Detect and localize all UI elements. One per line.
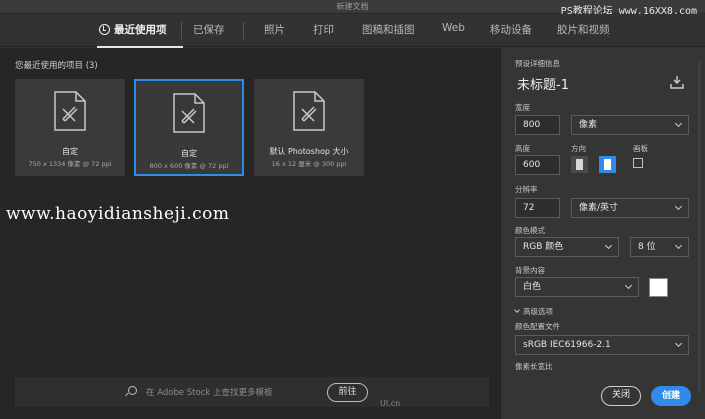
recent-item-card-selected[interactable]: 自定 800 x 600 像素 @ 72 ppi: [134, 79, 244, 176]
chevron-down-icon: [624, 281, 633, 290]
window-titlebar: 新建文档 PS教程论坛 www.16XX8.com: [0, 0, 705, 17]
chevron-down-icon: [674, 119, 683, 128]
stock-search-input[interactable]: 在 Adobe Stock 上查找更多模板: [146, 386, 273, 398]
color-profile-value: sRGB IEC61966-2.1: [523, 340, 611, 350]
recent-item-meta: 800 x 600 像素 @ 72 ppi: [149, 162, 229, 170]
tab-recent[interactable]: 最近使用项: [99, 22, 167, 37]
search-icon: [128, 386, 137, 395]
panel-scrollbar[interactable]: [698, 62, 701, 392]
artboard-label: 画板: [633, 144, 648, 153]
tab-saved[interactable]: 已保存: [193, 22, 225, 37]
go-button[interactable]: 前往: [327, 383, 368, 402]
document-name-input[interactable]: 未标题-1: [517, 74, 569, 93]
width-unit-value: 像素: [579, 120, 598, 130]
document-icon: [173, 93, 205, 133]
preset-tabbar: 最近使用项 已保存 照片 打印 图稿和插图 Web 移动设备 胶片和视频: [0, 14, 705, 48]
color-profile-label: 颜色配置文件: [515, 322, 560, 331]
chevron-down-icon: [674, 202, 683, 211]
resolution-unit-select[interactable]: 像素/英寸: [571, 198, 689, 218]
background-label: 背景内容: [515, 266, 545, 275]
tab-mobile[interactable]: 移动设备: [490, 22, 532, 37]
orientation-portrait-button[interactable]: [571, 156, 588, 173]
height-input[interactable]: 600: [515, 155, 560, 175]
orientation-label: 方向: [571, 144, 586, 153]
recent-item-card[interactable]: 自定 750 x 1334 像素 @ 72 ppi: [15, 79, 125, 176]
tab-film-video[interactable]: 胶片和视频: [557, 22, 610, 37]
recent-section-title: 您最近使用的项目 (3): [15, 61, 98, 71]
document-icon: [293, 91, 325, 131]
tab-web[interactable]: Web: [442, 22, 465, 34]
resolution-input[interactable]: 72: [515, 198, 560, 218]
tab-separator: [243, 22, 244, 39]
watermark-mid: www.haoyidiansheji.com: [6, 204, 230, 224]
orientation-landscape-button[interactable]: [599, 156, 616, 173]
create-button[interactable]: 创建: [651, 386, 691, 406]
color-mode-value: RGB 颜色: [523, 242, 564, 252]
recent-items-area: 您最近使用的项目 (3) 自定 750 x 1334 像素 @ 72 ppi 自…: [0, 48, 500, 419]
advanced-options-label: 高级选项: [523, 307, 553, 316]
portrait-icon: [576, 159, 583, 170]
document-icon: [54, 91, 86, 131]
width-label: 宽度: [515, 103, 530, 112]
artboard-checkbox[interactable]: [633, 158, 643, 168]
width-input[interactable]: 800: [515, 115, 560, 135]
background-color-swatch[interactable]: [649, 278, 668, 297]
clock-icon: [99, 24, 110, 35]
tab-photo[interactable]: 照片: [264, 22, 285, 37]
chevron-down-icon: [674, 339, 683, 348]
preset-details-panel: 预设详细信息 未标题-1 宽度 800 像素 高度 方向 画板 600 分辨率 …: [500, 48, 705, 419]
pixel-aspect-label: 像素长宽比: [515, 362, 553, 371]
recent-item-card[interactable]: 默认 Photoshop 大小 16 x 12 厘米 @ 300 ppi: [254, 79, 364, 176]
recent-item-meta: 16 x 12 厘米 @ 300 ppi: [271, 160, 347, 168]
chevron-down-icon: [604, 241, 613, 250]
bit-depth-value: 8 位: [638, 242, 656, 252]
advanced-options-toggle[interactable]: 高级选项: [514, 306, 553, 317]
resolution-unit-value: 像素/英寸: [579, 203, 619, 213]
color-mode-select[interactable]: RGB 颜色: [515, 237, 619, 257]
recent-item-name: 自定: [62, 147, 78, 156]
height-label: 高度: [515, 144, 530, 153]
color-mode-label: 颜色模式: [515, 226, 545, 235]
chevron-down-icon: [514, 307, 520, 313]
tab-separator: [181, 22, 182, 39]
save-preset-icon[interactable]: [670, 75, 684, 89]
background-select[interactable]: 白色: [515, 277, 639, 297]
resolution-label: 分辨率: [515, 185, 538, 194]
tab-art-illustration[interactable]: 图稿和插图: [362, 22, 415, 37]
recent-item-meta: 750 x 1334 像素 @ 72 ppi: [28, 160, 112, 168]
chevron-down-icon: [674, 241, 683, 250]
landscape-icon: [604, 159, 611, 170]
ui-cn-logo: UI.cn: [380, 399, 401, 408]
width-unit-select[interactable]: 像素: [571, 115, 689, 135]
background-value: 白色: [523, 282, 542, 292]
recent-item-name: 自定: [181, 149, 197, 158]
close-button[interactable]: 关闭: [601, 386, 641, 406]
preset-section-label: 预设详细信息: [515, 59, 560, 68]
bit-depth-select[interactable]: 8 位: [630, 237, 689, 257]
color-profile-select[interactable]: sRGB IEC61966-2.1: [515, 335, 689, 355]
stock-search-bar: 在 Adobe Stock 上查找更多模板 前往: [15, 377, 489, 407]
tab-print[interactable]: 打印: [313, 22, 334, 37]
tab-recent-label: 最近使用项: [114, 24, 167, 36]
recent-item-name: 默认 Photoshop 大小: [269, 147, 349, 156]
